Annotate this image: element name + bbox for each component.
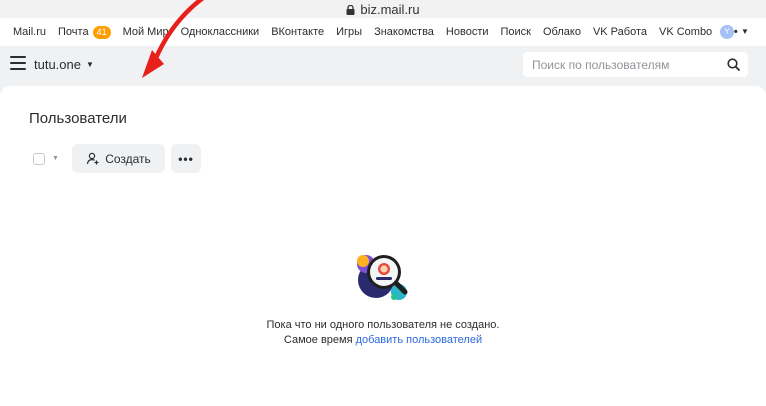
more-actions-button[interactable]: ••• bbox=[171, 144, 201, 173]
browser-address-bar[interactable]: biz.mail.ru bbox=[0, 0, 766, 18]
empty-users-illustration bbox=[357, 255, 408, 300]
users-panel: Пользователи ▼ Создать ••• bbox=[0, 86, 766, 406]
user-add-icon bbox=[87, 152, 99, 165]
portal-link-label: Игры bbox=[336, 26, 363, 38]
browser-url: biz.mail.ru bbox=[360, 1, 420, 17]
account-chevron-down-icon[interactable]: ▼ bbox=[741, 27, 749, 36]
portal-link-znakomstva[interactable]: Знакомства bbox=[374, 26, 434, 38]
search-icon[interactable] bbox=[727, 58, 740, 71]
portal-link-vk-rabota[interactable]: VK Работа bbox=[593, 26, 647, 38]
portal-link-oblako[interactable]: Облако bbox=[543, 26, 581, 38]
portal-link-label: VK Combo bbox=[658, 26, 713, 38]
app-header: tutu.one ▼ bbox=[0, 46, 766, 84]
user-search bbox=[523, 52, 748, 77]
hamburger-menu-icon[interactable] bbox=[10, 56, 26, 70]
portal-link-poisk[interactable]: Поиск bbox=[501, 26, 531, 38]
search-input[interactable] bbox=[523, 52, 713, 77]
lock-icon bbox=[346, 5, 355, 15]
portal-link-igry[interactable]: Игры bbox=[336, 26, 362, 38]
empty-state-message: Пока что ни одного пользователя не созда… bbox=[266, 319, 500, 331]
portal-link-label: Новости bbox=[445, 26, 489, 38]
portal-link-vk-combo[interactable]: VK Combo bbox=[659, 26, 712, 38]
portal-link-label: Поиск bbox=[500, 26, 531, 38]
empty-state-cta-prefix: Самое время bbox=[283, 334, 356, 346]
unread-count-badge: 41 bbox=[92, 25, 111, 39]
portal-link-pochta[interactable]: Почта 41 bbox=[58, 25, 111, 39]
portal-link-novosti[interactable]: Новости bbox=[446, 26, 489, 38]
create-button-label: Создать bbox=[105, 151, 151, 166]
portal-link-label: Почта bbox=[58, 26, 89, 38]
red-arrow-annotation bbox=[142, 0, 205, 78]
portal-link-label: Mail.ru bbox=[13, 26, 47, 38]
chevron-down-icon: ▼ bbox=[86, 60, 94, 69]
domain-selector[interactable]: tutu.one ▼ bbox=[34, 57, 94, 72]
portal-link-label: Облако bbox=[543, 26, 581, 38]
portal-link-label: Знакомства bbox=[374, 26, 434, 38]
account-avatar[interactable]: Y bbox=[720, 25, 734, 39]
page-title: Пользователи bbox=[29, 110, 127, 127]
portal-menu: Mail.ru Почта 41 Мой Мир Одноклассники ВК… bbox=[0, 18, 766, 46]
empty-state-cta: Самое время добавить пользователей bbox=[0, 334, 766, 346]
select-all-checkbox[interactable] bbox=[33, 153, 45, 165]
add-users-link[interactable]: добавить пользователей bbox=[356, 334, 482, 346]
portal-link-vkontakte[interactable]: ВКонтакте bbox=[271, 26, 324, 38]
portal-link-label: ВКонтакте bbox=[271, 26, 325, 38]
create-user-button[interactable]: Создать bbox=[72, 144, 165, 173]
select-options-chevron-down-icon[interactable]: ▼ bbox=[52, 155, 59, 162]
portal-link-mailru[interactable]: Mail.ru bbox=[13, 26, 46, 38]
portal-link-label: VK Работа bbox=[592, 26, 647, 38]
domain-name: tutu.one bbox=[34, 57, 81, 72]
